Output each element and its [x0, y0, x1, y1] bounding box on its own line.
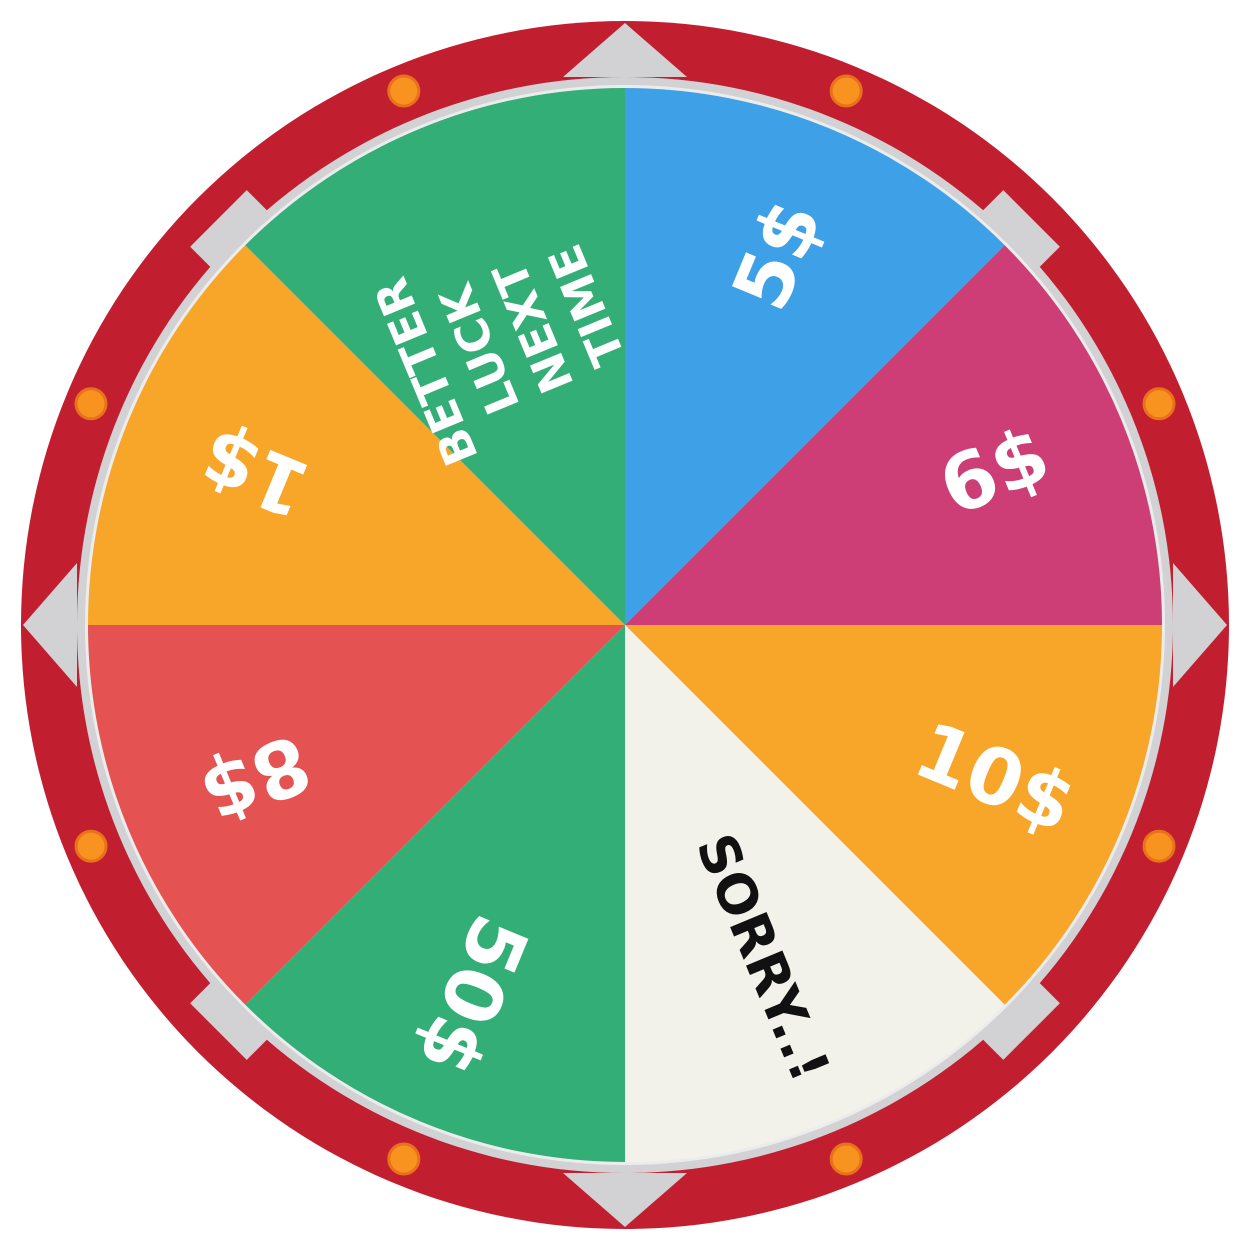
rim-lamp [1142, 829, 1176, 863]
rim-lamp [74, 829, 108, 863]
rim-lamp [387, 74, 421, 108]
rim-lamp [1142, 387, 1176, 421]
rim-lamp [387, 1142, 421, 1176]
rim-lamp [74, 387, 108, 421]
rim-lamp [829, 1142, 863, 1176]
prize-wheel[interactable]: 5$6$10$SORRY..!50$8$1$ BETTERLUCKNEXTTIME [0, 0, 1250, 1250]
rim-lamp [829, 74, 863, 108]
